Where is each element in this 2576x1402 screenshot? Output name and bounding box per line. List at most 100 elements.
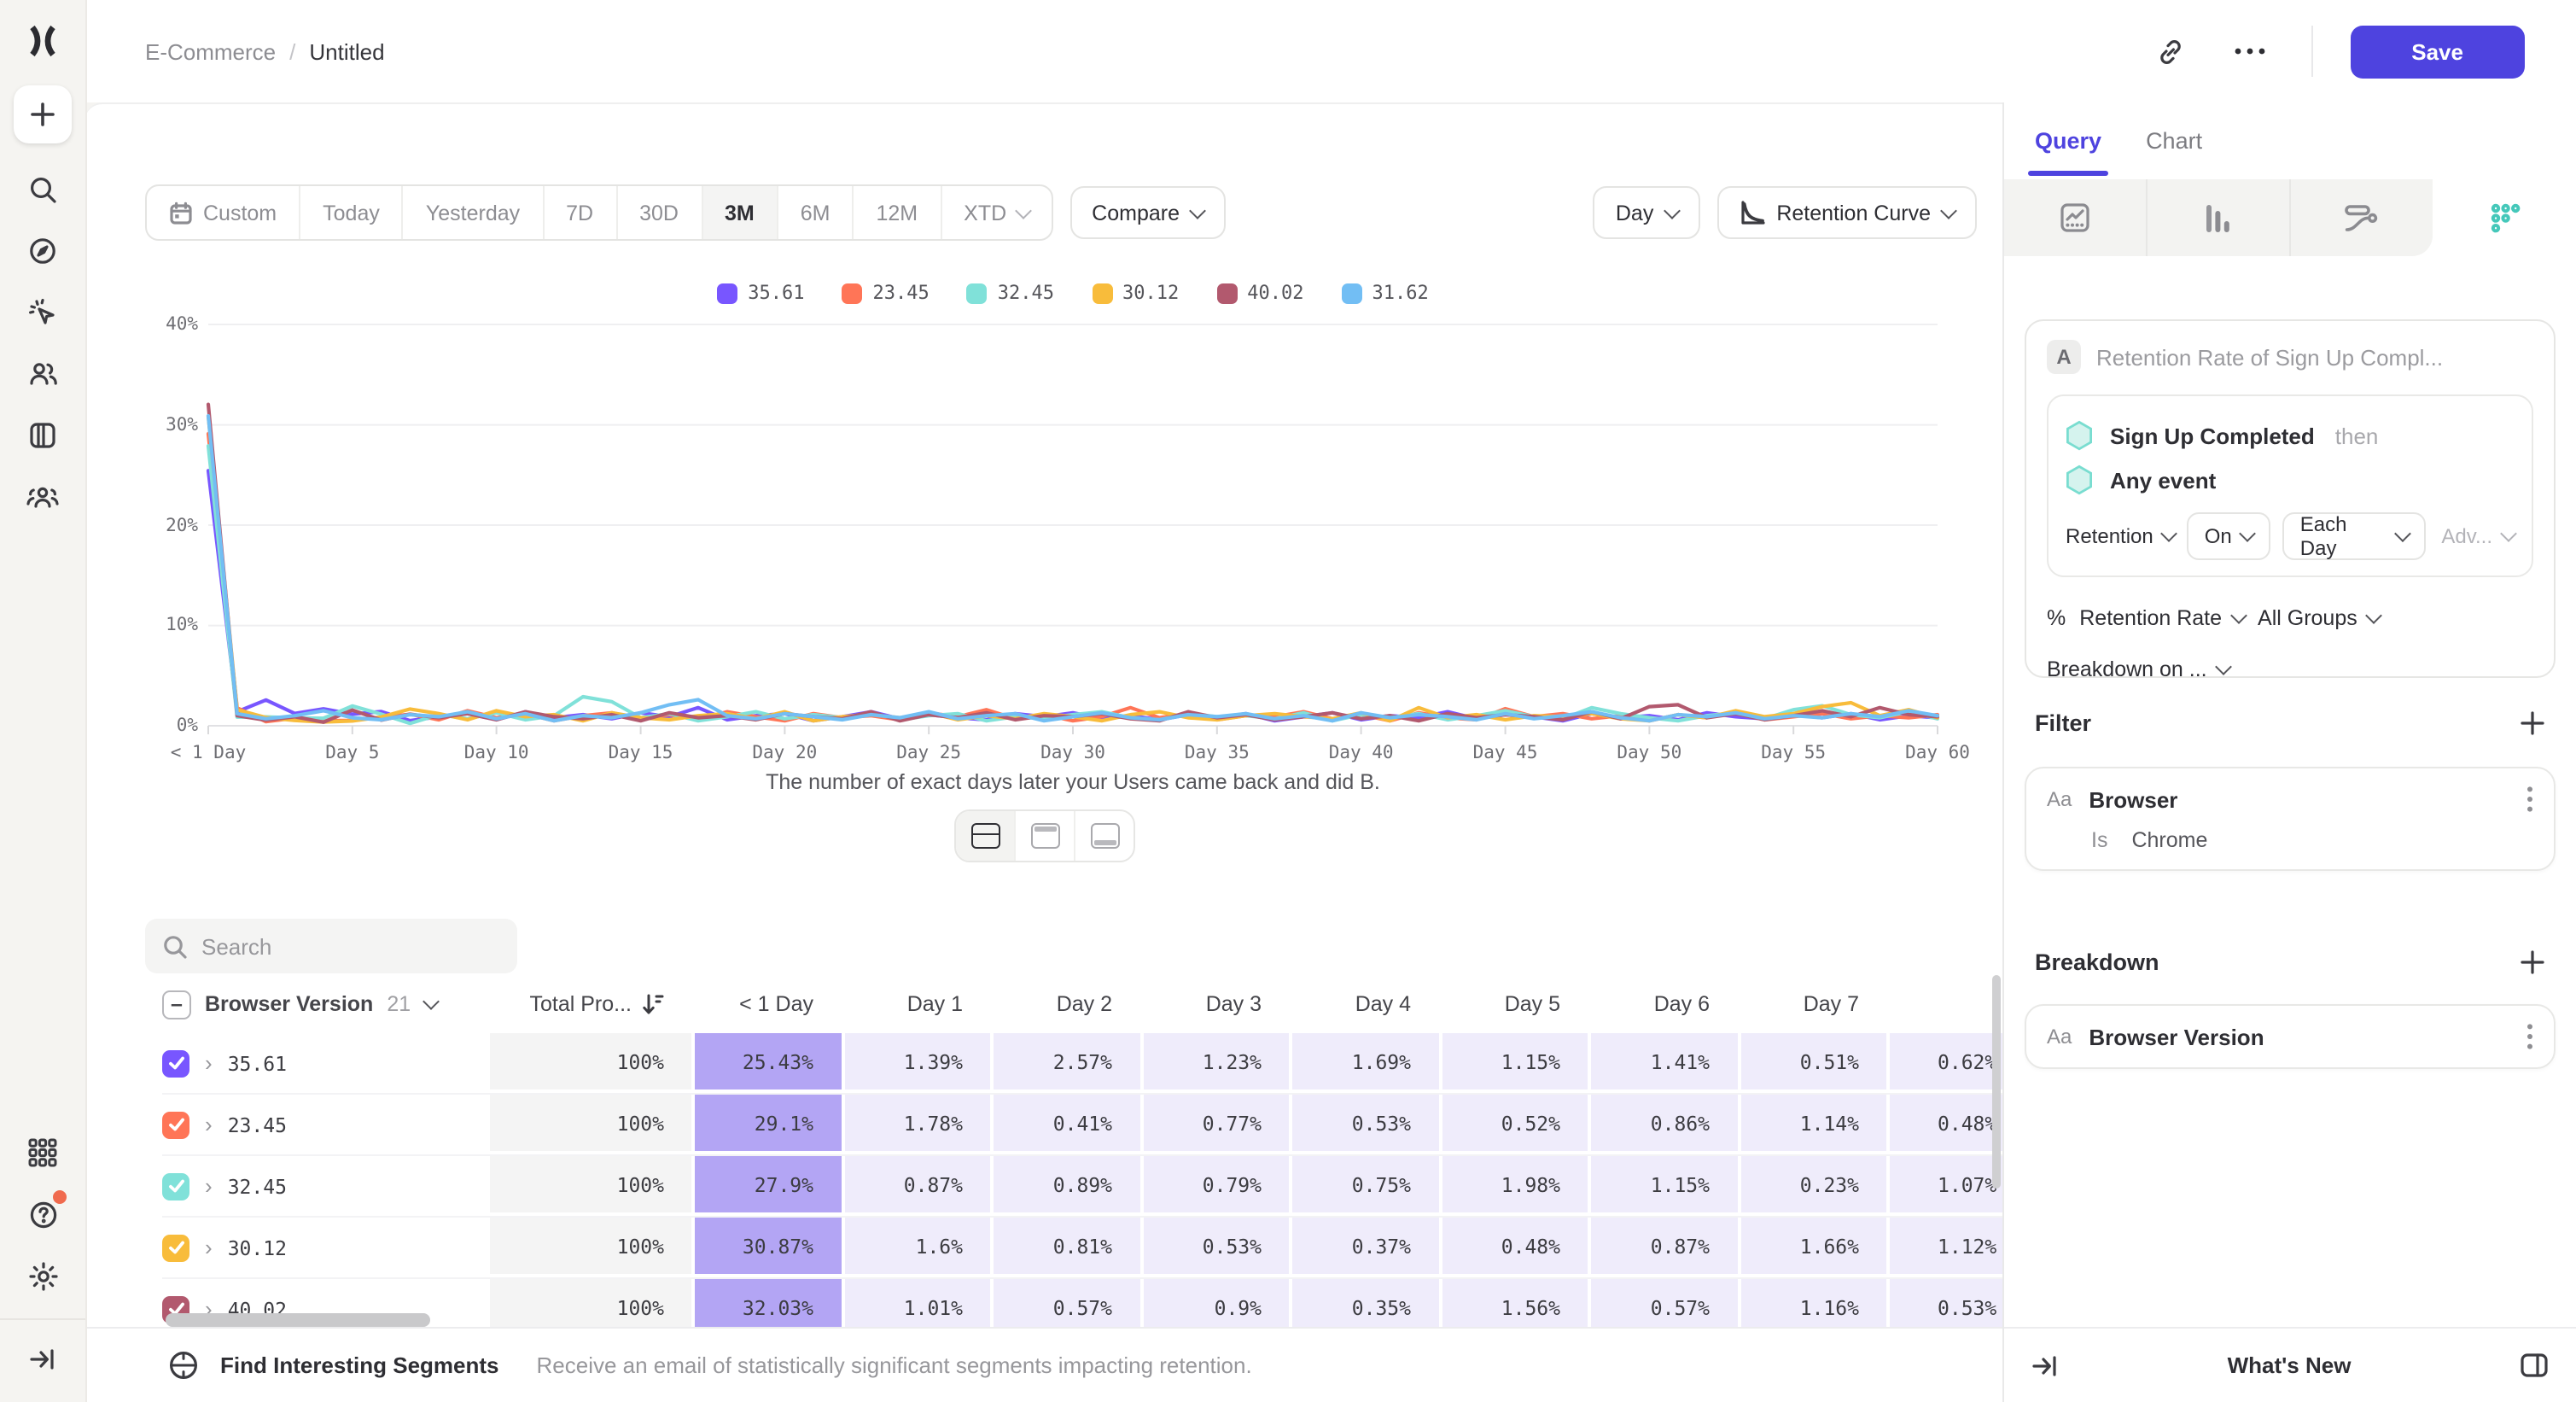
series-line-32.45[interactable] xyxy=(208,446,1938,723)
series-line-40.02[interactable] xyxy=(208,405,1938,722)
insights-report-button[interactable] xyxy=(2004,179,2148,256)
settings-gear-icon[interactable] xyxy=(14,1247,72,1305)
return-event-row[interactable]: Any event xyxy=(2066,458,2515,502)
range-button-7d[interactable]: 7D xyxy=(544,186,617,239)
range-button-today[interactable]: Today xyxy=(300,186,404,239)
total-cell[interactable]: 100% xyxy=(487,1033,691,1093)
layout-table-button[interactable] xyxy=(1075,811,1134,861)
retention-report-button[interactable] xyxy=(2433,179,2576,256)
segments-title[interactable]: Find Interesting Segments xyxy=(220,1352,499,1378)
overflow-day-cell[interactable]: 1.07% xyxy=(1886,1156,2004,1216)
column-header-day-4[interactable]: Day 4 xyxy=(1289,992,1438,1016)
help-icon[interactable] xyxy=(14,1185,72,1243)
legend-item[interactable]: 30.12 xyxy=(1092,282,1179,304)
column-header-day-1[interactable]: Day 1 xyxy=(841,992,990,1016)
main-vertical-scrollbar[interactable] xyxy=(1992,975,2001,1189)
breadcrumb-project[interactable]: E-Commerce xyxy=(145,38,276,64)
first-day-cell[interactable]: 29.1% xyxy=(691,1095,841,1154)
side-panel-icon[interactable] xyxy=(2520,1352,2549,1378)
day-cell[interactable]: 0.77% xyxy=(1139,1095,1289,1154)
row-checkbox[interactable] xyxy=(162,1049,189,1077)
add-filter-icon[interactable] xyxy=(2520,710,2545,736)
row-checkbox[interactable] xyxy=(162,1111,189,1138)
day-cell[interactable]: 1.15% xyxy=(1588,1156,1737,1216)
day-cell[interactable]: 0.41% xyxy=(990,1095,1139,1154)
funnels-report-button[interactable] xyxy=(2148,179,2291,256)
save-button[interactable]: Save xyxy=(2350,25,2525,78)
expand-row-chevron[interactable]: › xyxy=(205,1050,213,1076)
table-row[interactable]: ›23.45100%29.1%1.78%0.41%0.77%0.53%0.52%… xyxy=(162,1095,2004,1156)
day-cell[interactable]: 1.6% xyxy=(841,1218,990,1277)
table-row[interactable]: ›32.45100%27.9%0.87%0.89%0.79%0.75%1.98%… xyxy=(162,1156,2004,1218)
groups-dropdown[interactable]: All Groups xyxy=(2258,606,2380,630)
legend-item[interactable]: 31.62 xyxy=(1342,282,1429,304)
events-cursor-icon[interactable] xyxy=(14,283,72,342)
discover-compass-icon[interactable] xyxy=(14,222,72,280)
retention-line-chart[interactable] xyxy=(208,324,1938,727)
table-row[interactable]: ›35.61100%25.43%1.39%2.57%1.23%1.69%1.15… xyxy=(162,1033,2004,1095)
range-button-yesterday[interactable]: Yesterday xyxy=(404,186,544,239)
series-line-35.61[interactable] xyxy=(208,470,1938,721)
breakdown-property[interactable]: Browser Version xyxy=(2089,1024,2264,1049)
breakdown-kebab-icon[interactable] xyxy=(2526,1023,2533,1050)
sort-icon[interactable] xyxy=(642,992,664,1016)
query-step-header[interactable]: A Retention Rate of Sign Up Compl... xyxy=(2047,340,2533,374)
range-button-xtd[interactable]: XTD xyxy=(941,186,1051,239)
day-cell[interactable]: 1.39% xyxy=(841,1033,990,1093)
compare-button[interactable]: Compare xyxy=(1069,186,1226,239)
day-cell[interactable]: 0.86% xyxy=(1588,1095,1737,1154)
series-line-30.12[interactable] xyxy=(208,416,1938,721)
data-directory-icon[interactable] xyxy=(14,406,72,464)
table-row[interactable]: ›30.12100%30.87%1.6%0.81%0.53%0.37%0.48%… xyxy=(162,1218,2004,1279)
range-button-3m[interactable]: 3M xyxy=(702,186,778,239)
filter-operator[interactable]: Is xyxy=(2091,828,2107,852)
expand-row-chevron[interactable]: › xyxy=(205,1235,213,1260)
expand-sidebar-icon[interactable] xyxy=(14,1330,72,1388)
table-horizontal-scrollbar[interactable] xyxy=(166,1313,430,1327)
column-header-day-7[interactable]: Day 7 xyxy=(1737,992,1886,1016)
total-cell[interactable]: 100% xyxy=(487,1218,691,1277)
day-cell[interactable]: 0.81% xyxy=(990,1218,1139,1277)
column-header-total-pro-[interactable]: Total Pro... xyxy=(487,992,691,1016)
day-cell[interactable]: 1.98% xyxy=(1438,1156,1588,1216)
whats-new-link[interactable]: What's New xyxy=(2059,1352,2520,1378)
day-cell[interactable]: 1.23% xyxy=(1139,1033,1289,1093)
day-cell[interactable]: 0.52% xyxy=(1438,1095,1588,1154)
create-new-button[interactable] xyxy=(14,85,72,143)
day-cell[interactable]: 0.51% xyxy=(1737,1033,1886,1093)
first-day-cell[interactable]: 25.43% xyxy=(691,1033,841,1093)
day-cell[interactable]: 1.41% xyxy=(1588,1033,1737,1093)
day-cell[interactable]: 1.14% xyxy=(1737,1095,1886,1154)
tab-chart[interactable]: Chart xyxy=(2146,128,2202,154)
segments-footer[interactable]: Find Interesting Segments Receive an ema… xyxy=(85,1327,2004,1402)
on-dropdown[interactable]: On xyxy=(2188,512,2271,560)
range-button-12m[interactable]: 12M xyxy=(854,186,942,239)
series-line-31.62[interactable] xyxy=(208,416,1938,721)
total-cell[interactable]: 100% xyxy=(487,1156,691,1216)
expand-row-chevron[interactable]: › xyxy=(205,1173,213,1199)
day-cell[interactable]: 0.48% xyxy=(1438,1218,1588,1277)
layout-chart-button[interactable] xyxy=(1016,811,1075,861)
series-line-23.45[interactable] xyxy=(208,434,1938,721)
apps-grid-icon[interactable] xyxy=(14,1124,72,1182)
range-button-30d[interactable]: 30D xyxy=(617,186,702,239)
measure-dropdown[interactable]: Retention Rate xyxy=(2079,606,2244,630)
advanced-dropdown[interactable]: Adv... xyxy=(2441,524,2515,548)
flows-report-button[interactable] xyxy=(2290,179,2433,256)
expand-row-chevron[interactable]: › xyxy=(205,1112,213,1137)
day-cell[interactable]: 0.23% xyxy=(1737,1156,1886,1216)
group-column-header[interactable]: –Browser Version21 xyxy=(162,990,487,1019)
legend-item[interactable]: 23.45 xyxy=(842,282,930,304)
filter-property[interactable]: Browser xyxy=(2089,786,2177,812)
overflow-day-cell[interactable]: 0.48% xyxy=(1886,1095,2004,1154)
filter-condition[interactable]: Is Chrome xyxy=(2091,828,2533,852)
column-header-day-6[interactable]: Day 6 xyxy=(1588,992,1737,1016)
search-input[interactable]: Search xyxy=(145,919,517,973)
legend-item[interactable]: 35.61 xyxy=(717,282,804,304)
filter-value[interactable]: Chrome xyxy=(2131,828,2207,852)
day-cell[interactable]: 0.53% xyxy=(1139,1218,1289,1277)
layout-split-button[interactable] xyxy=(956,811,1016,861)
overflow-day-cell[interactable]: 0.62% xyxy=(1886,1033,2004,1093)
day-cell[interactable]: 0.53% xyxy=(1289,1095,1438,1154)
first-day-cell[interactable]: 27.9% xyxy=(691,1156,841,1216)
